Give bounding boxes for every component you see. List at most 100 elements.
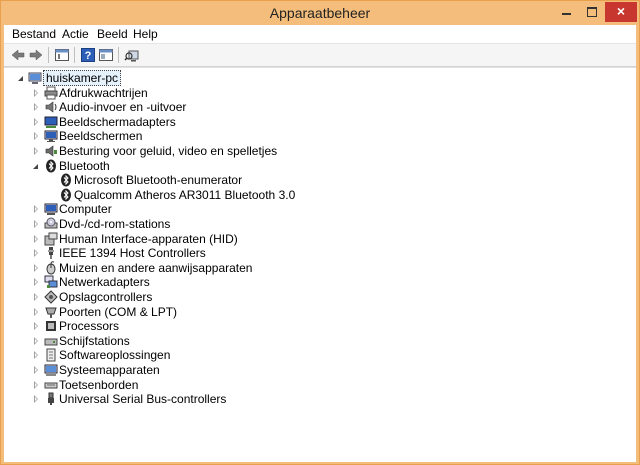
- tree-device-item[interactable]: Qualcomm Atheros AR3011 Bluetooth 3.0: [4, 188, 624, 202]
- close-button[interactable]: ×: [605, 2, 637, 22]
- scan-hardware-icon[interactable]: [124, 47, 140, 63]
- title-bar[interactable]: Apparaatbeheer ×: [1, 1, 639, 25]
- expanded-arrow-icon[interactable]: [17, 73, 25, 83]
- collapsed-arrow-icon[interactable]: [32, 146, 40, 156]
- collapsed-arrow-icon[interactable]: [32, 365, 40, 375]
- tree-item-label: Human Interface-apparaten (HID): [59, 231, 238, 246]
- tree-item[interactable]: IEEE 1394 Host Controllers: [4, 246, 624, 260]
- menu-beeld[interactable]: Beeld: [97, 27, 128, 41]
- minimize-button[interactable]: [553, 2, 579, 22]
- collapsed-arrow-icon[interactable]: [32, 88, 40, 98]
- show-hide-console-tree-icon[interactable]: [98, 47, 114, 63]
- tree-item-label: Qualcomm Atheros AR3011 Bluetooth 3.0: [74, 187, 296, 202]
- tree-item-label: Dvd-/cd-rom-stations: [59, 217, 171, 231]
- mouse-icon: [44, 261, 58, 275]
- tree-item-label: Opslagcontrollers: [59, 290, 153, 304]
- tree-item[interactable]: Netwerkadapters: [4, 275, 624, 289]
- properties-window-icon[interactable]: [54, 47, 70, 63]
- tree-root[interactable]: huiskamer-pc: [4, 70, 624, 86]
- tree-item[interactable]: Universal Serial Bus-controllers: [4, 392, 624, 406]
- tree-item-label: Computer: [59, 202, 112, 217]
- tree-item[interactable]: Beeldschermen: [4, 129, 624, 143]
- computer-icon: [44, 202, 58, 216]
- tree-item-label: Beeldschermadapters: [59, 114, 176, 129]
- device-manager-window: Apparaatbeheer × Bestand Actie Beeld Hel…: [0, 0, 640, 465]
- tree-item-label: Bluetooth: [59, 158, 110, 173]
- tree-item[interactable]: Processors: [4, 319, 624, 333]
- ieee1394-icon: [44, 246, 58, 260]
- menu-bar: Bestand Actie Beeld Help: [4, 25, 636, 44]
- window-title: Apparaatbeheer: [269, 5, 371, 21]
- tree-item-label: Processors: [59, 319, 120, 334]
- collapsed-arrow-icon[interactable]: [32, 307, 40, 317]
- collapsed-arrow-icon[interactable]: [32, 350, 40, 360]
- tree-item-label: Universal Serial Bus-controllers: [59, 392, 227, 407]
- collapsed-arrow-icon[interactable]: [32, 204, 40, 214]
- menu-help[interactable]: Help: [133, 27, 158, 41]
- collapsed-arrow-icon[interactable]: [32, 117, 40, 127]
- menu-bestand[interactable]: Bestand: [12, 27, 56, 41]
- port-icon: [44, 305, 58, 319]
- tree-item-label: Muizen en andere aanwijsapparaten: [59, 260, 253, 275]
- processor-icon: [44, 319, 58, 333]
- collapsed-arrow-icon[interactable]: [32, 292, 40, 302]
- bluetooth-device-icon: [59, 188, 73, 202]
- tree-item[interactable]: Audio-invoer en -uitvoer: [4, 100, 624, 114]
- tree-item[interactable]: Afdrukwachtrijen: [4, 86, 624, 100]
- collapsed-arrow-icon[interactable]: [32, 277, 40, 287]
- hid-icon: [44, 232, 58, 246]
- tree-item[interactable]: Systeemapparaten: [4, 363, 624, 377]
- client-area: Bestand Actie Beeld Help ? huiskamer-pc …: [4, 25, 636, 462]
- tree-item[interactable]: Softwareoplossingen: [4, 348, 624, 362]
- tree-item[interactable]: Toetsenborden: [4, 378, 624, 392]
- sound-controller-icon: [44, 144, 58, 158]
- collapsed-arrow-icon[interactable]: [32, 380, 40, 390]
- tree-device-item[interactable]: Microsoft Bluetooth-enumerator: [4, 173, 624, 187]
- tree-item-label: Audio-invoer en -uitvoer: [59, 100, 187, 115]
- toolbar-separator: [48, 47, 49, 63]
- tree-item[interactable]: Poorten (COM & LPT): [4, 305, 624, 319]
- collapsed-arrow-icon[interactable]: [32, 102, 40, 112]
- forward-arrow-icon[interactable]: [28, 47, 44, 63]
- tree-item-label: Beeldschermen: [59, 129, 143, 144]
- tree-item[interactable]: Muizen en andere aanwijsapparaten: [4, 261, 624, 275]
- collapsed-arrow-icon[interactable]: [32, 131, 40, 141]
- tree-item-label: Microsoft Bluetooth-enumerator: [74, 173, 243, 188]
- collapsed-arrow-icon[interactable]: [32, 394, 40, 404]
- help-icon[interactable]: ?: [80, 47, 96, 63]
- back-arrow-icon[interactable]: [10, 47, 26, 63]
- collapsed-arrow-icon[interactable]: [32, 248, 40, 258]
- tree-item[interactable]: Opslagcontrollers: [4, 290, 624, 304]
- expanded-arrow-icon[interactable]: [32, 161, 40, 171]
- collapsed-arrow-icon[interactable]: [32, 321, 40, 331]
- maximize-button[interactable]: [579, 2, 605, 22]
- collapsed-arrow-icon[interactable]: [32, 336, 40, 346]
- tree-item[interactable]: Dvd-/cd-rom-stations: [4, 217, 624, 231]
- tree-item[interactable]: Besturing voor geluid, video en spelletj…: [4, 144, 624, 158]
- close-icon: ×: [616, 3, 626, 19]
- tree-item-label: Netwerkadapters: [59, 275, 150, 290]
- bluetooth-device-icon: [59, 173, 73, 187]
- computer-root-icon: [28, 71, 42, 85]
- tree-item-label: Schijfstations: [59, 333, 130, 348]
- device-tree: huiskamer-pc Afdrukwachtrijen Audio-invoer…: [4, 67, 636, 462]
- tree-item[interactable]: Beeldschermadapters: [4, 115, 624, 129]
- optical-drive-icon: [44, 217, 58, 231]
- storage-controller-icon: [44, 290, 58, 304]
- toolbar-separator: [74, 47, 75, 63]
- toolbar-separator: [118, 47, 119, 63]
- tree-item[interactable]: Human Interface-apparaten (HID): [4, 232, 624, 246]
- printer-icon: [44, 86, 58, 100]
- tree-item[interactable]: Bluetooth: [4, 159, 624, 173]
- network-adapter-icon: [44, 275, 58, 289]
- collapsed-arrow-icon[interactable]: [32, 234, 40, 244]
- menu-actie[interactable]: Actie: [62, 27, 89, 41]
- tree-item[interactable]: Schijfstations: [4, 334, 624, 348]
- tree-item-label: Poorten (COM & LPT): [59, 304, 178, 319]
- tree-item-label: IEEE 1394 Host Controllers: [59, 246, 206, 261]
- tree-root-label: huiskamer-pc: [43, 70, 122, 86]
- tree-item[interactable]: Computer: [4, 202, 624, 216]
- collapsed-arrow-icon[interactable]: [32, 219, 40, 229]
- collapsed-arrow-icon[interactable]: [32, 263, 40, 273]
- display-adapter-icon: [44, 115, 58, 129]
